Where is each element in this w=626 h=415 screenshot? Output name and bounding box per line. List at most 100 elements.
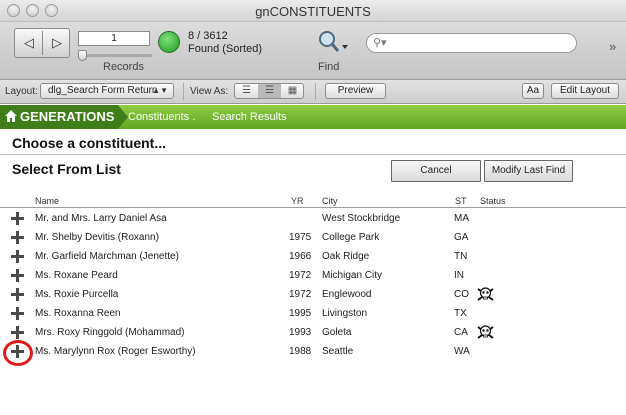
st-cell: IN xyxy=(454,270,464,281)
separator xyxy=(183,83,184,100)
select-plus-icon[interactable] xyxy=(11,269,24,282)
found-set-pie-icon[interactable] xyxy=(158,31,180,53)
yr-cell: 1972 xyxy=(289,289,312,300)
name-cell: Mr. Shelby Devitis (Roxann) xyxy=(35,232,159,243)
list-item[interactable]: Ms. Roxie Purcella 1972 Englewood CO xyxy=(0,285,626,304)
st-cell: CO xyxy=(454,289,469,300)
select-plus-icon[interactable] xyxy=(11,307,24,320)
chevron-updown-icon: ▲▼ xyxy=(152,86,168,95)
select-plus-icon[interactable] xyxy=(11,288,24,301)
st-cell: MA xyxy=(454,213,469,224)
list-item[interactable]: Mr. Shelby Devitis (Roxann) 1975 College… xyxy=(0,228,626,247)
next-record-icon[interactable]: ▷ xyxy=(44,32,70,54)
column-header-name: Name xyxy=(35,196,60,206)
name-cell: Mr. Garfield Marchman (Jenette) xyxy=(35,251,179,262)
list-item[interactable]: Ms. Marylynn Rox (Roger Esworthy) 1988 S… xyxy=(0,342,626,361)
modify-last-find-button[interactable]: Modify Last Find xyxy=(484,160,573,182)
preview-button[interactable]: Preview xyxy=(325,83,386,99)
toolbar-overflow-icon[interactable]: » xyxy=(609,39,616,54)
records-label: Records xyxy=(103,61,144,73)
layout-select[interactable]: dlg_Search Form Return ▲▼ xyxy=(40,83,174,99)
column-header-city: City xyxy=(322,196,338,206)
list-view-icon[interactable]: ☰ xyxy=(258,84,281,98)
name-cell: Ms. Roxanna Reen xyxy=(35,308,121,319)
skull-icon xyxy=(477,287,494,301)
book-divider xyxy=(42,31,43,55)
column-header-yr: YR xyxy=(291,196,304,206)
name-cell: Mrs. Roxy Ringgold (Mohammad) xyxy=(35,327,185,338)
name-cell: Ms. Marylynn Rox (Roger Esworthy) xyxy=(35,346,196,357)
skull-icon xyxy=(477,325,494,339)
breadcrumb-search-results[interactable]: Search Results xyxy=(212,111,287,123)
generations-banner: GENERATIONS Constituents . Search Result… xyxy=(0,105,626,129)
select-plus-icon[interactable] xyxy=(11,250,24,263)
text-format-button[interactable]: Aa xyxy=(522,83,544,99)
separator xyxy=(315,83,316,100)
status-toolbar: ◁ ▷ 1 Records 8 / 3612 Found (Sorted) Fi… xyxy=(0,22,626,80)
app-name: GENERATIONS xyxy=(20,109,115,124)
name-cell: Ms. Roxane Peard xyxy=(35,270,118,281)
found-status: Found (Sorted) xyxy=(188,43,262,55)
layout-bar: Layout: dlg_Search Form Return ▲▼ View A… xyxy=(0,80,626,104)
select-plus-icon[interactable] xyxy=(11,326,24,339)
name-cell: Mr. and Mrs. Larry Daniel Asa xyxy=(35,213,167,224)
city-cell: Seattle xyxy=(322,346,354,357)
column-header-st: ST xyxy=(455,196,467,206)
yr-cell: 1988 xyxy=(289,346,312,357)
st-cell: CA xyxy=(454,327,468,338)
st-cell: GA xyxy=(454,232,469,243)
city-cell: West Stockbridge xyxy=(322,213,401,224)
magnifier-icon xyxy=(319,31,348,52)
generations-home-tab[interactable]: GENERATIONS xyxy=(0,105,128,129)
page-title: Choose a constituent... xyxy=(12,135,167,151)
city-cell: Goleta xyxy=(322,327,352,338)
st-cell: TX xyxy=(454,308,467,319)
edit-layout-button[interactable]: Edit Layout xyxy=(551,83,619,99)
form-view-icon[interactable]: ☰ xyxy=(235,84,258,98)
city-cell: Michigan City xyxy=(322,270,383,281)
select-plus-icon[interactable] xyxy=(11,231,24,244)
yr-cell: 1975 xyxy=(289,232,312,243)
list-item[interactable]: Ms. Roxane Peard 1972 Michigan City IN xyxy=(0,266,626,285)
list-item[interactable]: Mr. and Mrs. Larry Daniel Asa West Stock… xyxy=(0,209,626,228)
search-icon: ⚲▾ xyxy=(373,37,387,49)
select-plus-icon[interactable] xyxy=(11,212,24,225)
breadcrumb-constituents[interactable]: Constituents . xyxy=(128,111,195,123)
window-titlebar: gnCONSTITUENTS xyxy=(0,0,626,22)
list-item[interactable]: Mrs. Roxy Ringgold (Mohammad) 1993 Golet… xyxy=(0,323,626,342)
column-header-status: Status xyxy=(480,196,506,206)
yr-cell: 1993 xyxy=(289,327,312,338)
table-view-icon[interactable]: ▦ xyxy=(281,84,304,98)
city-cell: Oak Ridge xyxy=(322,251,370,262)
list-item[interactable]: Mr. Garfield Marchman (Jenette) 1966 Oak… xyxy=(0,247,626,266)
find-button[interactable] xyxy=(317,30,351,54)
st-cell: WA xyxy=(454,346,470,357)
divider xyxy=(0,154,626,155)
previous-record-icon[interactable]: ◁ xyxy=(16,32,42,54)
home-icon xyxy=(5,110,17,122)
yr-cell: 1966 xyxy=(289,251,312,262)
section-title: Select From List xyxy=(12,161,121,177)
record-slider[interactable] xyxy=(78,50,152,61)
yr-cell: 1972 xyxy=(289,270,312,281)
divider xyxy=(0,207,626,208)
view-as-switcher[interactable]: ☰ ☰ ▦ xyxy=(234,83,304,99)
window-title: gnCONSTITUENTS xyxy=(255,4,371,19)
record-navigator-book[interactable]: ◁ ▷ xyxy=(14,28,70,58)
city-cell: College Park xyxy=(322,232,380,243)
current-record-input[interactable]: 1 xyxy=(78,31,150,46)
record-slider-track xyxy=(78,54,152,57)
name-cell: Ms. Roxie Purcella xyxy=(35,289,119,300)
yr-cell: 1995 xyxy=(289,308,312,319)
list-item[interactable]: Ms. Roxanna Reen 1995 Livingston TX xyxy=(0,304,626,323)
city-cell: Livingston xyxy=(322,308,368,319)
city-cell: Englewood xyxy=(322,289,372,300)
find-label: Find xyxy=(318,61,340,73)
quick-find-input[interactable]: ⚲▾ xyxy=(366,33,577,53)
record-slider-thumb[interactable] xyxy=(78,50,87,61)
cancel-button[interactable]: Cancel xyxy=(391,160,481,182)
st-cell: TN xyxy=(454,251,468,262)
highlight-circle xyxy=(3,340,33,366)
layout-label: Layout: xyxy=(5,86,38,97)
layout-select-value: dlg_Search Form Return xyxy=(48,85,158,96)
